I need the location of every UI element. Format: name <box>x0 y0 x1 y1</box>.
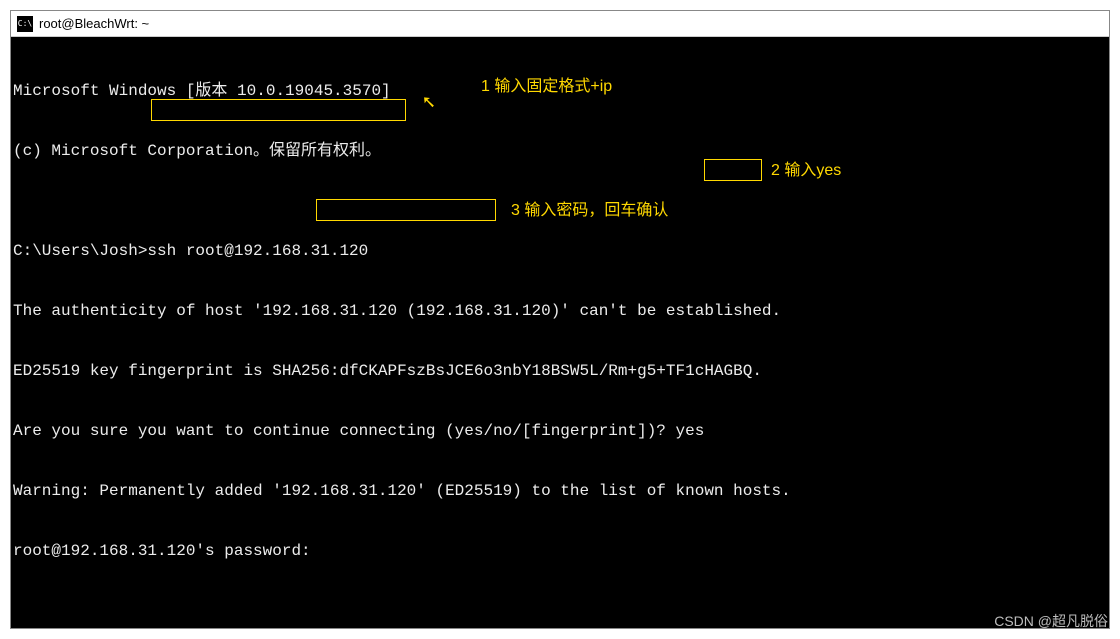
ssh-confirm-answer: yes <box>676 422 705 440</box>
titlebar[interactable]: C:\ root@BleachWrt: ~ <box>11 11 1109 37</box>
annotation-3: 3 输入密码，回车确认 <box>511 201 668 221</box>
annotation-1: 1 输入固定格式+ip <box>481 77 612 97</box>
highlight-box-yes <box>704 159 762 181</box>
terminal-area[interactable]: Microsoft Windows [版本 10.0.19045.3570] (… <box>11 37 1109 628</box>
window-title: root@BleachWrt: ~ <box>39 16 149 31</box>
ssh-command: ssh root@192.168.31.120 <box>147 242 368 260</box>
password-prompt: root@192.168.31.120's password: <box>13 541 1107 561</box>
highlight-box-ssh-command <box>151 99 406 121</box>
output-line: ED25519 key fingerprint is SHA256:dfCKAP… <box>13 361 1107 381</box>
highlight-box-password <box>316 199 496 221</box>
arrow-icon: ➚ <box>423 95 435 115</box>
watermark: CSDN @超凡脱俗 <box>994 611 1108 631</box>
cmd-icon: C:\ <box>17 16 33 32</box>
output-line: Warning: Permanently added '192.168.31.1… <box>13 481 1107 501</box>
output-line: (c) Microsoft Corporation。保留所有权利。 <box>13 141 1107 161</box>
ssh-confirm-prompt: Are you sure you want to continue connec… <box>13 422 676 440</box>
prompt-line: C:\Users\Josh>ssh root@192.168.31.120 <box>13 241 1107 261</box>
prompt: C:\Users\Josh> <box>13 242 147 260</box>
terminal-window: C:\ root@BleachWrt: ~ Microsoft Windows … <box>10 10 1110 629</box>
output-line: Are you sure you want to continue connec… <box>13 421 1107 441</box>
output-line: The authenticity of host '192.168.31.120… <box>13 301 1107 321</box>
annotation-2: 2 输入yes <box>771 161 841 181</box>
